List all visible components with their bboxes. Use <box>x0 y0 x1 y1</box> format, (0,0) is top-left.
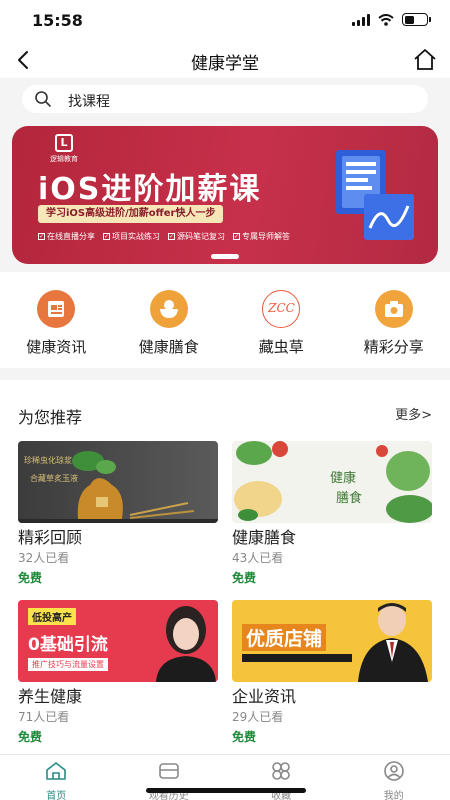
tab-collect[interactable]: 收藏 <box>225 755 338 800</box>
thumbnail-caption: 膳食 <box>336 491 363 506</box>
presenter-illustration <box>242 603 428 682</box>
course-card[interactable]: 低投高产 0基础引流 推广技巧与流量设置 养生健康 71人已看 免费 <box>18 600 218 745</box>
course-card[interactable]: 优质店铺 企业资讯 29人已看 免费 <box>232 600 432 745</box>
search-placeholder: 找课程 <box>68 94 110 110</box>
checkbox-icon: ✓ <box>168 233 175 240</box>
more-link[interactable]: 更多> <box>395 404 432 423</box>
recommend-header: 为您推荐 更多> <box>0 380 450 434</box>
category-share[interactable]: 精彩分享 <box>338 272 450 368</box>
course-title: 养生健康 <box>18 687 83 706</box>
banner-logo-text: 逻辑教育 <box>50 155 78 163</box>
course-title: 精彩回顾 <box>18 528 83 547</box>
view-count: 43人已看 <box>232 551 284 565</box>
cordyceps-logo-icon: ZCC <box>262 290 301 328</box>
category-health-news[interactable]: 健康资讯 <box>0 272 113 368</box>
thumbnail-caption: 合藏草炙玉液 <box>30 474 78 483</box>
course-thumbnail: 健康 膳食 <box>232 441 432 523</box>
banner-feature: ✓ 项目实战练习 <box>103 232 160 241</box>
news-icon <box>37 290 76 328</box>
course-card[interactable]: 健康 膳食 健康膳食 43人已看 免费 <box>232 441 432 586</box>
svg-text:ZCC: ZCC <box>267 301 295 315</box>
banner-feature: ✓ 专属导师解答 <box>233 232 290 241</box>
tab-home[interactable]: 首页 <box>0 755 113 800</box>
search-input[interactable]: 找课程 <box>22 85 428 113</box>
home-icon[interactable] <box>412 47 438 73</box>
tab-label: 首页 <box>46 791 67 800</box>
banner-feature: ✓ 在线直播分享 <box>38 232 95 241</box>
home-indicator <box>146 788 306 793</box>
home-icon <box>46 762 67 780</box>
profile-icon <box>383 761 404 781</box>
logo-icon: L <box>55 134 73 152</box>
history-icon <box>158 763 179 779</box>
course-thumbnail: 优质店铺 <box>232 600 432 682</box>
checkbox-icon: ✓ <box>103 233 110 240</box>
category-healthy-diet[interactable]: 健康膳食 <box>113 272 226 368</box>
price-badge: 免费 <box>232 730 257 744</box>
banner-subtitle: 学习iOS高级进阶/加薪offer快人一步 <box>38 205 224 223</box>
battery-icon <box>402 13 431 26</box>
banner-features: ✓ 在线直播分享 ✓ 项目实战练习 ✓ 源码笔记复习 ✓ 专属导师解答 <box>38 231 290 242</box>
section-title: 为您推荐 <box>18 408 83 427</box>
course-title: 企业资讯 <box>232 687 297 706</box>
promo-banner[interactable]: L 逻辑教育 iOS进阶加薪课 学习iOS高级进阶/加薪offer快人一步 ✓ 在… <box>12 126 438 264</box>
banner-title: iOS进阶加薪课 <box>38 172 262 207</box>
status-time: 15:58 <box>32 11 83 30</box>
camera-icon <box>374 290 413 328</box>
banner-area: L 逻辑教育 iOS进阶加薪课 学习iOS高级进阶/加薪offer快人一步 ✓ 在… <box>0 120 450 272</box>
course-thumbnail: 珍稀虫化琼浆 合藏草炙玉液 <box>18 441 218 523</box>
category-label: 藏虫草 <box>258 338 304 356</box>
category-label: 健康资讯 <box>26 338 87 356</box>
category-cordyceps[interactable]: ZCC 藏虫草 <box>225 272 338 368</box>
nav-bar: 健康学堂 <box>0 42 450 78</box>
search-icon <box>35 91 51 107</box>
rice-bowl-icon <box>149 290 188 328</box>
thumbnail-caption: 珍稀虫化琼浆 <box>24 456 72 465</box>
checkbox-icon: ✓ <box>38 233 45 240</box>
category-row: 健康资讯 健康膳食 ZCC 藏虫草 精彩分享 <box>0 272 450 368</box>
page-title: 健康学堂 <box>191 54 259 74</box>
collect-icon <box>272 762 291 780</box>
status-icons <box>352 13 431 26</box>
banner-logo: L 逻辑教育 <box>44 134 84 164</box>
category-label: 精彩分享 <box>363 338 424 356</box>
cellular-signal-icon <box>352 13 370 26</box>
banner-feature: ✓ 源码笔记复习 <box>168 232 225 241</box>
section-divider <box>0 368 450 380</box>
course-card[interactable]: 珍稀虫化琼浆 合藏草炙玉液 精彩回顾 32人已看 免费 <box>18 441 218 586</box>
wifi-icon <box>378 13 394 26</box>
bottom-tab-bar: 首页 观看历史 收藏 我的 <box>0 754 450 800</box>
view-count: 71人已看 <box>18 710 70 724</box>
view-count: 32人已看 <box>18 551 70 565</box>
tab-history[interactable]: 观看历史 <box>113 755 226 800</box>
price-badge: 免费 <box>18 571 43 585</box>
checkbox-icon: ✓ <box>233 233 240 240</box>
price-badge: 免费 <box>18 730 43 744</box>
thumbnail-caption: 健康 <box>330 471 357 486</box>
view-count: 29人已看 <box>232 710 284 724</box>
presenter-illustration <box>156 606 216 682</box>
document-chart-illustration <box>336 150 414 240</box>
tab-label: 我的 <box>383 791 404 800</box>
status-bar: 15:58 <box>0 0 450 42</box>
price-badge: 免费 <box>232 571 257 585</box>
carousel-indicator[interactable] <box>211 254 239 259</box>
category-label: 健康膳食 <box>138 338 199 356</box>
course-thumbnail: 低投高产 0基础引流 推广技巧与流量设置 <box>18 600 218 682</box>
course-title: 健康膳食 <box>232 528 297 547</box>
tab-profile[interactable]: 我的 <box>338 755 450 800</box>
search-area: 找课程 <box>0 78 450 120</box>
